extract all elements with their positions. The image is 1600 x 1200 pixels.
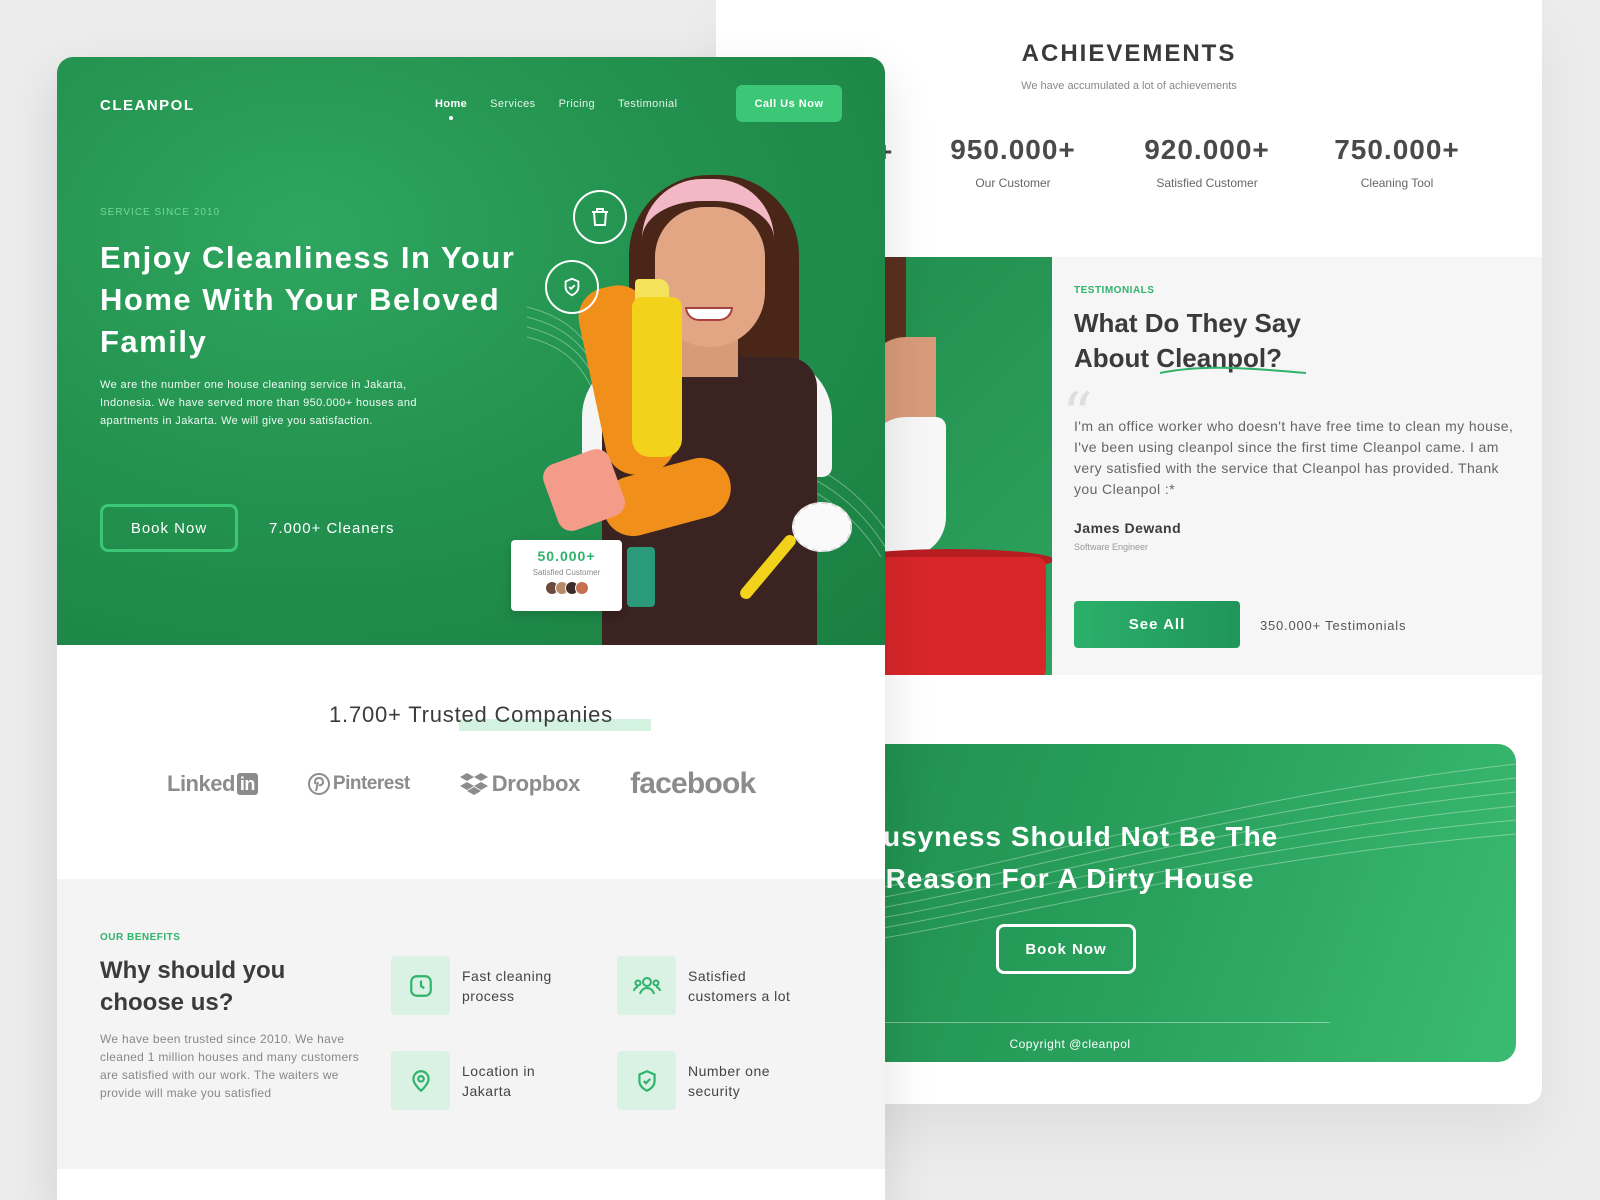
avatar-group: [511, 581, 622, 595]
stat-label: Cleaning Tool: [1360, 176, 1434, 190]
clothespins: [627, 547, 655, 607]
satisfied-customer-badge: 50.000+ Satisfied Customer: [511, 540, 622, 611]
benefits-description: We have been trusted since 2010. We have…: [100, 1032, 360, 1100]
dropbox-logo: Dropbox: [459, 771, 580, 797]
benefit-label: Satisfied customers a lot: [688, 967, 791, 1004]
cleaners-count: 7.000+ Cleaners: [269, 520, 395, 537]
linkedin-logo: Linked in: [167, 771, 258, 797]
benefits-section: OUR BENEFITS Why should you choose us? W…: [57, 879, 885, 1169]
benefit-label: Fast cleaning process: [462, 967, 552, 1004]
pinterest-logo: Pinterest: [307, 773, 410, 795]
main-nav: Home Services Pricing Testimonial: [435, 98, 700, 120]
testimonial-quote: I'm an office worker who doesn't have fr…: [1074, 418, 1514, 497]
benefit-satisfied-customers: Satisfied customers a lot: [617, 956, 808, 1015]
benefits-eyebrow: OUR BENEFITS: [100, 932, 181, 943]
trash-icon: [573, 190, 627, 244]
logo[interactable]: CLEANPOL: [100, 97, 195, 114]
testimonials-eyebrow: TESTIMONIALS: [1074, 285, 1155, 296]
left-page-panel: CLEANPOL Home Services Pricing Testimoni…: [57, 57, 885, 1200]
testimonial-content: TESTIMONIALS What Do They Say About Clea…: [1062, 285, 1514, 552]
pinterest-icon: [307, 773, 330, 795]
book-now-button[interactable]: Book Now: [100, 504, 238, 552]
shield-check-icon: [545, 260, 599, 314]
underline-squiggle: [1159, 366, 1307, 374]
nav-testimonial[interactable]: Testimonial: [618, 98, 677, 110]
see-all-button[interactable]: See All: [1074, 601, 1240, 648]
benefit-label: Number one security: [688, 1062, 771, 1099]
call-us-now-button[interactable]: Call Us Now: [736, 85, 842, 122]
trusted-companies-heading: 1.700+ Trusted Companies: [329, 702, 613, 727]
hero-description: We are the number one house cleaning ser…: [100, 379, 417, 427]
benefit-security: Number one security: [617, 1051, 808, 1110]
nav-pricing[interactable]: Pricing: [559, 98, 595, 110]
benefits-heading: Why should you choose us?: [100, 957, 286, 1016]
benefit-fast-cleaning: Fast cleaning process: [391, 956, 582, 1015]
stat-cleaning-tool: 750.000+ Cleaning Tool: [1302, 134, 1492, 190]
stat-label: Our Customer: [975, 176, 1051, 190]
hero-heading: Enjoy Cleanliness In Your Home With Your…: [100, 240, 516, 359]
badge-label: Satisfied Customer: [532, 568, 601, 577]
stat-value: 750.000+: [1334, 134, 1460, 165]
shield-check-icon: [617, 1051, 676, 1110]
stat-our-customer: 950.000+ Our Customer: [918, 134, 1108, 190]
hero-section: CLEANPOL Home Services Pricing Testimoni…: [57, 57, 885, 645]
stat-value: 920.000+: [1144, 134, 1270, 165]
benefit-label: Location in Jakarta: [462, 1062, 536, 1099]
benefit-location: Location in Jakarta: [391, 1051, 582, 1110]
testimonial-author: James Dewand: [1074, 520, 1182, 536]
facebook-logo: facebook: [630, 767, 756, 800]
spray-bottle: [632, 297, 682, 457]
testimonial-role: Software Engineer: [1074, 542, 1149, 552]
testimonials-count: 350.000+ Testimonials: [1260, 618, 1407, 633]
dropbox-icon: [459, 773, 488, 795]
badge-value: 50.000+: [537, 548, 596, 564]
avatar: [574, 581, 589, 595]
stat-label: Satisfied Customer: [1156, 176, 1258, 190]
clock-icon: [391, 956, 450, 1015]
location-pin-icon: [391, 1051, 450, 1110]
nav-services[interactable]: Services: [490, 98, 535, 110]
users-icon: [617, 956, 676, 1015]
nav-home[interactable]: Home: [435, 98, 467, 120]
cta-book-now-button[interactable]: Book Now: [996, 924, 1136, 974]
stat-satisfied-customer: 920.000+ Satisfied Customer: [1112, 134, 1302, 190]
brand-logos: Linked in Pinterest Dropbox facebook: [167, 767, 805, 801]
stat-value: 950.000+: [950, 134, 1076, 165]
hero-eyebrow: SERVICE SINCE 2010: [100, 207, 221, 218]
toilet-brush: [792, 502, 852, 552]
